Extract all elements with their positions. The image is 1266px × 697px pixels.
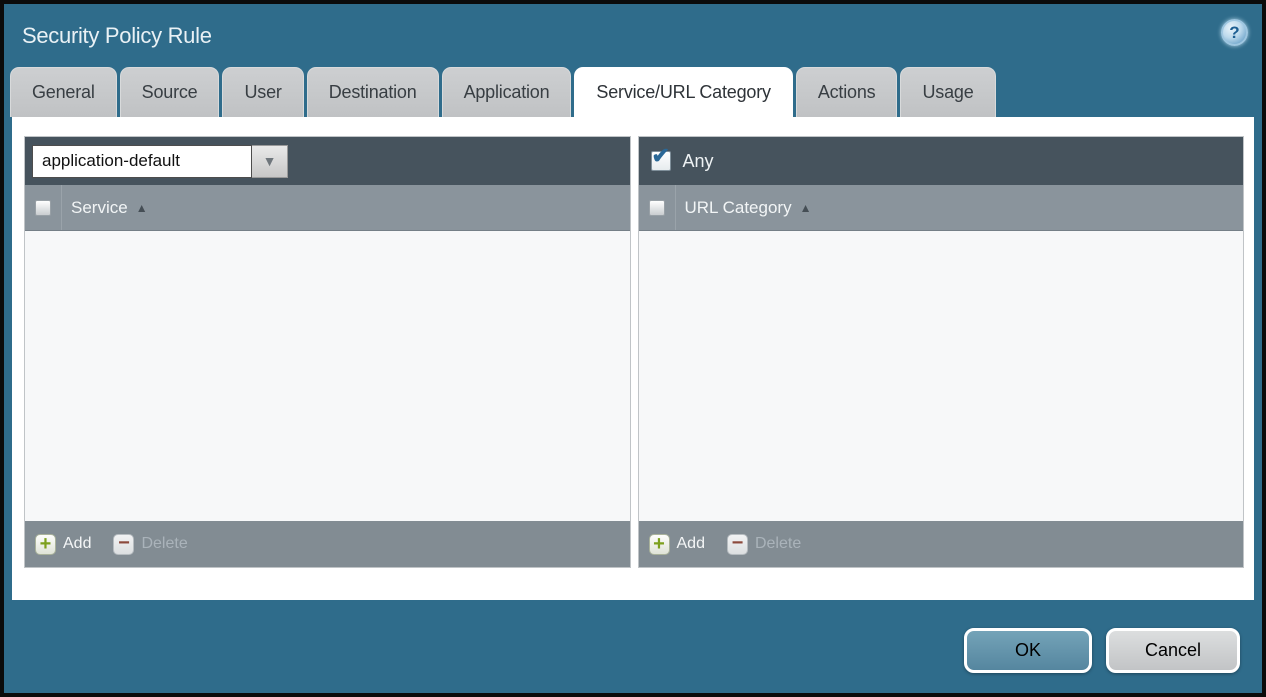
service-type-dropdown-value[interactable]: application-default (32, 145, 252, 178)
dialog-actions: OK Cancel (964, 628, 1240, 673)
tab-source[interactable]: Source (120, 67, 220, 117)
url-category-list (639, 231, 1244, 521)
tab-usage[interactable]: Usage (900, 67, 995, 117)
cancel-button[interactable]: Cancel (1106, 628, 1240, 673)
service-table-header: Service ▲ (25, 185, 630, 231)
add-icon: + (35, 534, 56, 555)
tab-service-url-category[interactable]: Service/URL Category (574, 67, 792, 117)
sort-ascending-icon: ▲ (136, 201, 148, 215)
service-column-label: Service (71, 198, 128, 218)
delete-icon: − (727, 534, 748, 555)
service-type-dropdown[interactable]: application-default ▼ (32, 145, 288, 178)
any-checkbox[interactable]: ✔ (651, 151, 671, 171)
service-select-all-checkbox[interactable] (35, 200, 51, 216)
dialog-title: Security Policy Rule (22, 23, 212, 49)
tab-general[interactable]: General (10, 67, 117, 117)
tab-strip: General Source User Destination Applicat… (10, 67, 1262, 117)
check-mark-icon: ✔ (652, 145, 670, 167)
service-delete-button[interactable]: − Delete (113, 534, 187, 555)
title-bar: Security Policy Rule ? (4, 4, 1262, 67)
delete-icon: − (113, 534, 134, 555)
service-column-header[interactable]: Service ▲ (62, 185, 148, 230)
service-panel: application-default ▼ Service ▲ (24, 136, 631, 568)
service-panel-toolbar: application-default ▼ (25, 137, 630, 185)
tab-actions[interactable]: Actions (796, 67, 898, 117)
tab-application[interactable]: Application (442, 67, 572, 117)
tab-content: application-default ▼ Service ▲ (12, 117, 1254, 600)
dropdown-arrow-icon[interactable]: ▼ (252, 145, 288, 178)
add-icon: + (649, 534, 670, 555)
service-list (25, 231, 630, 521)
service-add-button[interactable]: + Add (35, 534, 91, 555)
url-category-panel: ✔ Any URL Category ▲ (638, 136, 1245, 568)
url-category-add-button[interactable]: + Add (649, 534, 705, 555)
url-category-delete-button[interactable]: − Delete (727, 534, 801, 555)
url-category-table-header: URL Category ▲ (639, 185, 1244, 231)
url-category-column-header[interactable]: URL Category ▲ (676, 185, 812, 230)
url-category-select-all-checkbox[interactable] (649, 200, 665, 216)
tab-user[interactable]: User (222, 67, 303, 117)
url-category-panel-toolbar: ✔ Any (639, 137, 1244, 185)
security-policy-rule-dialog: Security Policy Rule ? General Source Us… (0, 0, 1266, 697)
help-icon[interactable]: ? (1221, 19, 1248, 46)
ok-button[interactable]: OK (964, 628, 1092, 673)
any-label: Any (683, 151, 714, 172)
sort-ascending-icon: ▲ (800, 201, 812, 215)
url-category-panel-footer: + Add − Delete (639, 521, 1244, 567)
url-category-column-label: URL Category (685, 198, 792, 218)
tab-destination[interactable]: Destination (307, 67, 439, 117)
service-panel-footer: + Add − Delete (25, 521, 630, 567)
